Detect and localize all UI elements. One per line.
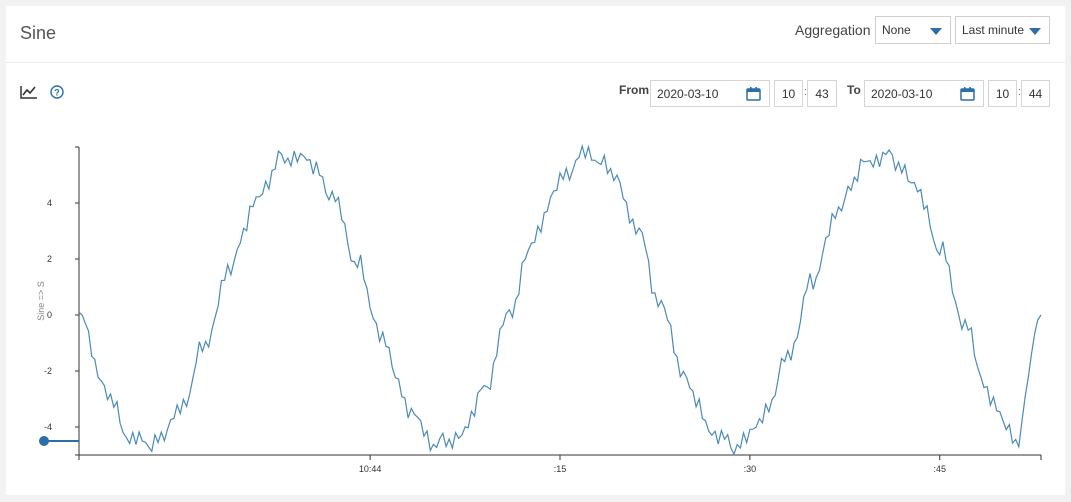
data-point xyxy=(104,387,106,389)
data-point xyxy=(939,247,941,249)
y-tick-label: 2 xyxy=(47,254,52,264)
data-point xyxy=(331,194,333,196)
data-point xyxy=(281,157,283,159)
y-tick-label: 0 xyxy=(47,310,52,320)
data-point xyxy=(559,180,561,182)
data-point xyxy=(736,446,738,448)
data-point xyxy=(154,443,156,445)
data-point xyxy=(888,155,890,157)
data-point xyxy=(407,407,409,409)
data-point xyxy=(205,342,207,344)
data-point xyxy=(78,311,80,313)
y-tick-label: -2 xyxy=(44,366,52,376)
x-tick-label: :15 xyxy=(554,464,567,474)
data-point xyxy=(534,236,536,238)
data-point xyxy=(838,208,840,210)
data-point xyxy=(129,437,131,439)
data-point xyxy=(357,264,359,266)
data-point xyxy=(711,432,713,434)
data-point xyxy=(509,311,511,313)
data-point xyxy=(914,183,916,185)
x-tick-label: 10:44 xyxy=(359,464,382,474)
x-tick-label: :30 xyxy=(744,464,757,474)
y-tick-label: -4 xyxy=(44,422,52,432)
data-point xyxy=(433,443,435,445)
data-point xyxy=(179,409,181,411)
data-point xyxy=(585,152,587,154)
data-point xyxy=(812,278,814,280)
data-point xyxy=(458,437,460,439)
y-tick-label: 4 xyxy=(47,198,52,208)
data-point xyxy=(382,339,384,341)
data-point xyxy=(610,169,612,171)
data-point xyxy=(686,381,688,383)
data-point xyxy=(863,163,865,165)
data-point xyxy=(964,325,966,327)
y-axis-label: Sine => S xyxy=(36,281,46,321)
series-line xyxy=(78,143,1042,456)
data-point xyxy=(1015,440,1017,442)
range-slider-handle[interactable] xyxy=(39,436,49,446)
data-point xyxy=(230,264,232,266)
data-point xyxy=(635,225,637,227)
data-point xyxy=(1040,314,1042,316)
data-point xyxy=(990,398,992,400)
data-point xyxy=(306,157,308,159)
data-point xyxy=(255,199,257,201)
data-point xyxy=(483,390,485,392)
x-tick-label: :45 xyxy=(933,464,946,474)
line-chart: -4 -2 0 2 4 10:44 :15 :30 :45 Sine => S xyxy=(36,143,1042,474)
data-point xyxy=(762,418,764,420)
data-point xyxy=(787,356,789,358)
data-point xyxy=(660,306,662,308)
